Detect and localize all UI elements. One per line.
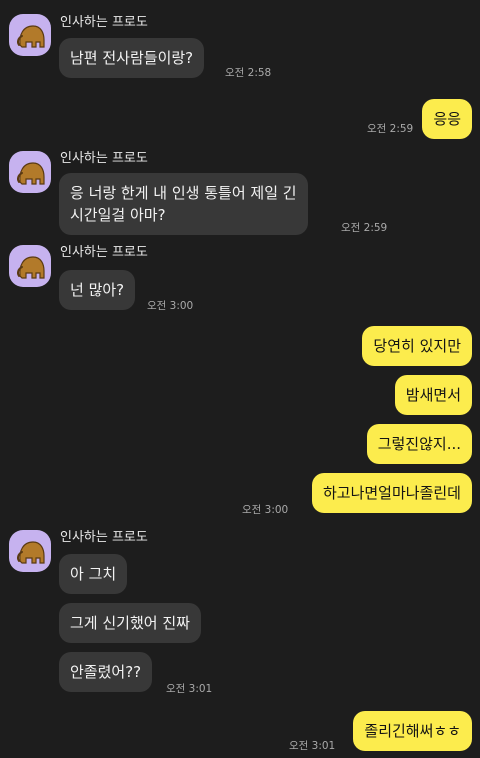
contact-avatar[interactable]: [9, 530, 51, 572]
message-bubble[interactable]: 밤새면서: [394, 375, 472, 415]
message-time: 오전 2:59: [341, 222, 388, 234]
elephant-icon: [17, 162, 45, 185]
elephant-icon: [17, 25, 45, 48]
sender-name: 인사하는 프로도: [60, 15, 148, 30]
message-bubble[interactable]: 응응: [422, 99, 472, 139]
message-bubble[interactable]: 안졸렸어??: [59, 652, 153, 692]
message-bubble[interactable]: 그렇진않지...: [366, 424, 472, 464]
sender-name: 인사하는 프로도: [60, 245, 148, 260]
message-bubble[interactable]: 당연히 있지만: [362, 326, 472, 366]
message-bubble[interactable]: 아 그치: [59, 554, 128, 594]
message-bubble[interactable]: 그게 신기했어 진짜: [59, 603, 201, 643]
message-time: 오전 3:01: [166, 683, 213, 695]
sender-name: 인사하는 프로도: [60, 151, 148, 166]
message-time: 오전 3:01: [289, 740, 336, 752]
message-bubble[interactable]: 졸리긴해써ㅎㅎ: [353, 711, 472, 751]
elephant-icon: [17, 541, 45, 564]
message-bubble[interactable]: 남편 전사람들이랑?: [59, 38, 205, 78]
contact-avatar[interactable]: [9, 14, 51, 56]
contact-avatar[interactable]: [9, 245, 51, 287]
message-bubble[interactable]: 하고나면얼마나졸린데: [311, 473, 472, 513]
contact-avatar[interactable]: [9, 151, 51, 193]
message-time: 오전 2:59: [367, 123, 414, 135]
message-time: 오전 3:00: [147, 300, 194, 312]
message-time: 오전 3:00: [242, 504, 289, 516]
message-bubble[interactable]: 응 너랑 한게 내 인생 통틀어 제일 긴 시간일걸 아마?: [59, 173, 308, 235]
message-time: 오전 2:58: [225, 67, 272, 79]
elephant-icon: [17, 256, 45, 279]
message-bubble[interactable]: 넌 많아?: [59, 270, 136, 310]
sender-name: 인사하는 프로도: [60, 530, 148, 545]
